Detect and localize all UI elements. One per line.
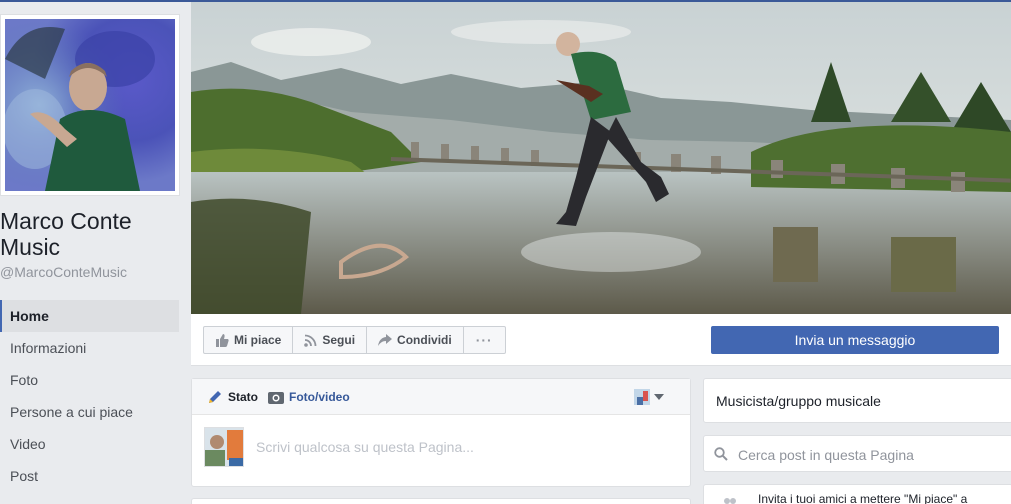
follow-button[interactable]: Segui bbox=[292, 326, 368, 354]
rss-icon bbox=[304, 334, 317, 347]
post-composer: Stato Foto/video Scrivi qualcosa su ques… bbox=[191, 378, 691, 487]
invite-text[interactable]: Invita i tuoi amici a mettere "Mi piace"… bbox=[758, 492, 967, 504]
page-search-box bbox=[703, 435, 1011, 472]
page-username[interactable]: @MarcoConteMusic bbox=[0, 264, 127, 280]
search-input[interactable] bbox=[738, 444, 1008, 466]
nav-item-photos[interactable]: Foto bbox=[0, 364, 179, 396]
post-as-selector[interactable] bbox=[634, 389, 664, 405]
tab-photo-video[interactable]: Foto/video bbox=[268, 379, 350, 415]
composer-body[interactable]: Scrivi qualcosa su questa Pagina... bbox=[192, 415, 690, 487]
next-post-card bbox=[191, 498, 691, 504]
follow-button-label: Segui bbox=[322, 333, 356, 347]
avatar bbox=[204, 427, 244, 467]
more-options-button[interactable]: ··· bbox=[462, 326, 506, 354]
page-category[interactable]: Musicista/gruppo musicale bbox=[703, 378, 1011, 423]
page-nav: Home Informazioni Foto Persone a cui pia… bbox=[0, 300, 179, 492]
nav-item-posts[interactable]: Post bbox=[0, 460, 179, 492]
nav-item-likes[interactable]: Persone a cui piace bbox=[0, 396, 179, 428]
tab-status-label: Stato bbox=[228, 390, 258, 404]
nav-item-info[interactable]: Informazioni bbox=[0, 332, 179, 364]
share-button-label: Condividi bbox=[397, 333, 452, 347]
like-button-label: Mi piace bbox=[234, 333, 282, 347]
composer-tabs: Stato Foto/video bbox=[192, 379, 690, 415]
thumbs-up-icon bbox=[216, 333, 229, 347]
invite-friends-card: Invita i tuoi amici a mettere "Mi piace"… bbox=[703, 484, 1011, 504]
nav-item-home[interactable]: Home bbox=[0, 300, 179, 332]
share-arrow-icon bbox=[378, 334, 393, 346]
friends-icon bbox=[724, 498, 736, 504]
action-button-group: Mi piace Segui Condividi ··· bbox=[203, 326, 506, 354]
camera-icon bbox=[268, 392, 284, 404]
page-title: Marco Conte Music bbox=[0, 208, 132, 260]
share-button[interactable]: Condividi bbox=[366, 326, 464, 354]
tab-status[interactable]: Stato bbox=[207, 379, 258, 415]
tab-photo-label: Foto/video bbox=[289, 390, 350, 404]
page-avatar-icon bbox=[634, 389, 650, 405]
page-action-bar: Mi piace Segui Condividi ··· Invia un me… bbox=[191, 314, 1011, 366]
search-icon bbox=[714, 447, 728, 461]
send-message-button[interactable]: Invia un messaggio bbox=[711, 326, 999, 354]
composer-input[interactable]: Scrivi qualcosa su questa Pagina... bbox=[256, 439, 474, 455]
cover-photo[interactable] bbox=[191, 2, 1011, 314]
nav-item-videos[interactable]: Video bbox=[0, 428, 179, 460]
profile-photo bbox=[5, 19, 175, 191]
like-button[interactable]: Mi piace bbox=[203, 326, 294, 354]
pencil-icon bbox=[209, 391, 221, 403]
chevron-down-icon bbox=[654, 394, 664, 400]
profile-picture[interactable] bbox=[0, 14, 180, 196]
